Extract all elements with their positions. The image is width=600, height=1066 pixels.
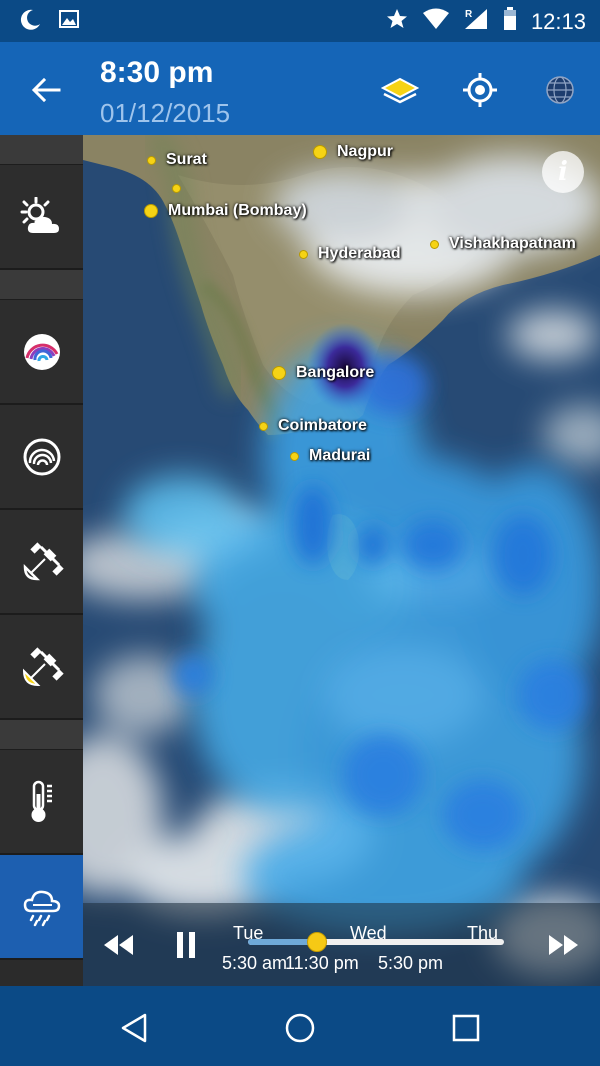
nav-back-icon [121,1013,147,1043]
my-location-icon [463,73,497,107]
thermometer-icon [31,780,52,822]
globe-button[interactable] [536,66,584,114]
my-location-button[interactable] [456,66,504,114]
city-dot [144,204,158,218]
city-dot [147,155,156,165]
timeline-time: 11:30 pm [285,953,359,973]
fast-forward-button[interactable] [542,923,586,967]
city-label[interactable]: Surat [147,151,207,169]
moon-icon [18,8,42,37]
city-label[interactable]: Mumbai (Bombay) [144,202,307,220]
nav-recents-button[interactable] [444,1006,488,1050]
nav-back-button[interactable] [112,1006,156,1050]
radar-icon [23,438,60,475]
city-dot [272,366,286,380]
back-button[interactable] [22,68,70,112]
layers-button[interactable] [376,66,424,114]
image-icon [58,8,80,37]
city-dot [299,249,308,259]
city-dot [172,184,181,193]
sun-cloud-icon [20,196,59,233]
radar-color-icon [23,333,60,370]
pause-icon [177,932,195,958]
info-icon: i [558,157,568,187]
sidebar-divider [0,135,83,165]
city-label[interactable]: Vishakhapatnam [430,235,576,253]
satellite-sun-icon [22,646,64,686]
city-label[interactable]: Nagpur [313,143,393,161]
sidebar-item-radar[interactable] [0,405,83,510]
weather-map[interactable]: Surat Mumbai (Bombay) Nagpur Hyderabad V… [83,135,600,986]
forecast-time: 8:30 pm [100,56,214,89]
city-dot [290,451,299,461]
city-label[interactable]: Hyderabad [299,245,401,263]
star-icon [385,7,409,36]
city-label[interactable]: Madurai [290,447,370,465]
rain-cloud-icon [23,890,60,926]
sidebar-item-radar-color[interactable] [0,300,83,405]
city-label[interactable]: Bangalore [272,364,374,382]
timeline-slider[interactable] [248,932,504,952]
city-dot [430,239,439,249]
fast-forward-icon [549,935,578,955]
layer-sidebar [0,135,83,986]
sidebar-divider [0,720,83,750]
timeline-thumb[interactable] [307,932,328,952]
app-bar: 8:30 pm 01/12/2015 [0,42,600,135]
rewind-icon [104,935,133,955]
satellite-icon [23,541,64,580]
forecast-date: 01/12/2015 [100,98,231,128]
nav-recents-icon [452,1014,480,1042]
signal-roaming-icon: R [463,7,489,36]
timeline-time: 5:30 am [222,953,288,973]
timeline-time: 5:30 pm [378,953,444,973]
sidebar-item-satellite-visible[interactable] [0,615,83,720]
status-bar: R 12:13 [0,0,600,42]
arrow-back-icon [31,77,61,103]
wifi-icon [422,8,449,35]
globe-icon [546,76,574,104]
sidebar-divider [0,270,83,300]
sidebar-item-forecast[interactable] [0,165,83,270]
svg-text:R: R [465,9,473,20]
city-dot [259,421,268,431]
city-dot-unlabeled[interactable] [172,184,191,193]
info-button[interactable]: i [542,151,584,193]
city-label[interactable]: Coimbatore [259,417,367,435]
battery-icon [503,7,517,36]
status-time: 12:13 [530,8,586,34]
system-nav-bar [0,986,600,1066]
layers-icon [381,77,419,104]
timeline-controls: Tue Wed Thu 5:30 am 11:30 pm 5:30 pm [83,903,600,986]
nav-home-button[interactable] [278,1006,322,1050]
sidebar-item-temperature[interactable] [0,750,83,855]
pause-button[interactable] [164,923,208,967]
nav-home-icon [285,1013,315,1043]
sidebar-item-satellite[interactable] [0,510,83,615]
sidebar-item-rain[interactable] [0,855,83,960]
city-dot [313,145,327,159]
rewind-button[interactable] [96,923,140,967]
